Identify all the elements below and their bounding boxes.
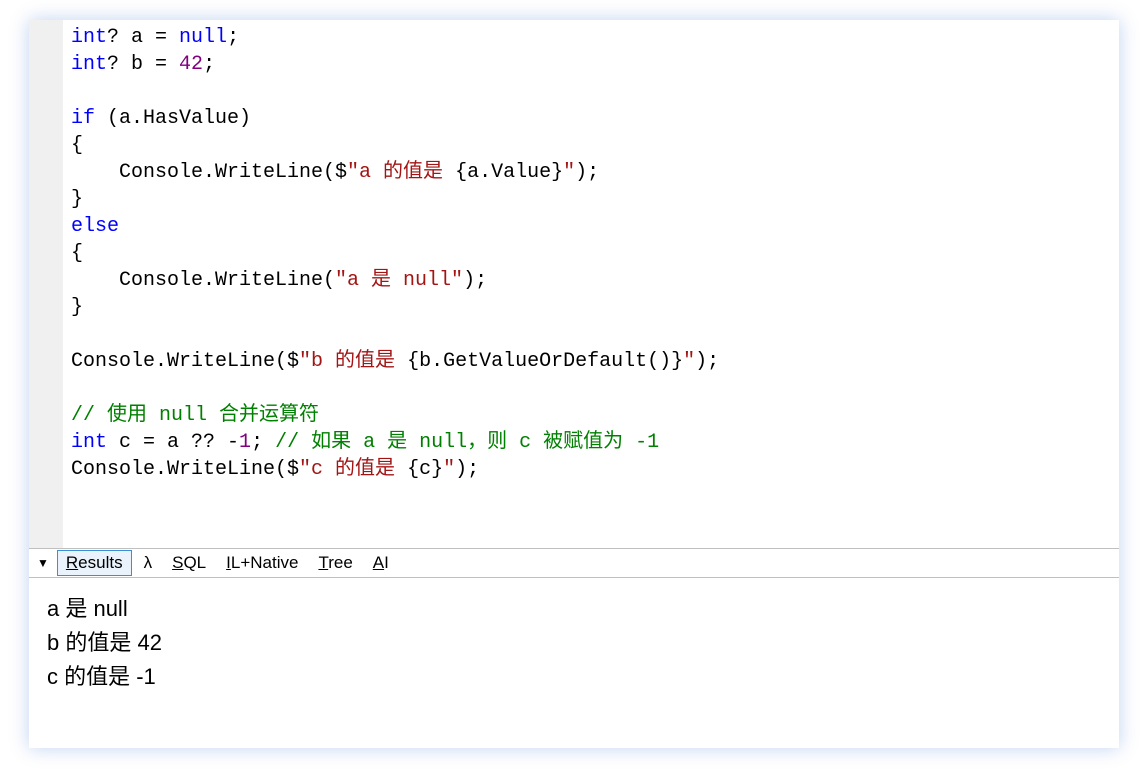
code-token: ); bbox=[575, 161, 599, 184]
code-token: if bbox=[71, 107, 95, 130]
code-editor[interactable]: int? a = null; int? b = 42; if (a.HasVal… bbox=[29, 20, 1119, 548]
code-token: } bbox=[71, 188, 83, 211]
code-content[interactable]: int? a = null; int? b = 42; if (a.HasVal… bbox=[63, 20, 719, 548]
code-token: ? bbox=[107, 53, 119, 76]
editor-window: int? a = null; int? b = 42; if (a.HasVal… bbox=[29, 20, 1119, 748]
code-token: Console.WriteLine( bbox=[71, 269, 335, 292]
code-token: { bbox=[407, 458, 419, 481]
code-token: " bbox=[443, 458, 455, 481]
code-token: { bbox=[407, 350, 419, 373]
code-token: ? bbox=[107, 26, 119, 49]
collapse-toggle-icon[interactable]: ▼ bbox=[37, 556, 49, 570]
tab-hotkey: T bbox=[318, 553, 328, 572]
code-token: Console.WriteLine($ bbox=[71, 458, 299, 481]
code-token: 1 bbox=[239, 431, 251, 454]
tab-lambda[interactable]: λ bbox=[136, 551, 161, 575]
code-token: a = bbox=[119, 26, 179, 49]
tab-label-rest: ree bbox=[328, 553, 353, 572]
code-token: b = bbox=[119, 53, 179, 76]
code-token: ); bbox=[695, 350, 719, 373]
code-token: "c 的值是 bbox=[299, 458, 407, 481]
code-token: else bbox=[71, 215, 119, 238]
code-token: "b 的值是 bbox=[299, 350, 407, 373]
results-panel: a 是 null b 的值是 42 c 的值是 -1 bbox=[29, 578, 1119, 748]
tab-hotkey: R bbox=[66, 553, 78, 572]
code-token: } bbox=[431, 458, 443, 481]
code-token: int bbox=[71, 53, 107, 76]
tab-tree[interactable]: Tree bbox=[310, 551, 360, 575]
code-token: c bbox=[419, 458, 431, 481]
tab-label-rest: esults bbox=[78, 553, 122, 572]
code-token: Console.WriteLine($ bbox=[71, 161, 347, 184]
code-token: // 如果 a 是 null，则 c 被赋值为 -1 bbox=[275, 431, 659, 454]
code-token: } bbox=[671, 350, 683, 373]
tab-label-rest: QL bbox=[183, 553, 206, 572]
code-token: { bbox=[455, 161, 467, 184]
code-token: ); bbox=[463, 269, 487, 292]
code-token: b.GetValueOrDefault() bbox=[419, 350, 671, 373]
code-token: // 使用 null 合并运算符 bbox=[71, 404, 319, 427]
code-token: { bbox=[71, 242, 83, 265]
code-token: } bbox=[71, 296, 83, 319]
tab-ai[interactable]: AI bbox=[365, 551, 397, 575]
tab-sql[interactable]: SQL bbox=[164, 551, 214, 575]
tab-il-native[interactable]: IL+Native bbox=[218, 551, 306, 575]
code-token: Console.WriteLine($ bbox=[71, 350, 299, 373]
code-token: "a 是 null" bbox=[335, 269, 463, 292]
code-token: " bbox=[563, 161, 575, 184]
code-token: int bbox=[71, 431, 107, 454]
code-token: ; bbox=[227, 26, 239, 49]
line-number-gutter bbox=[29, 20, 63, 548]
output-line: c 的值是 -1 bbox=[47, 660, 1101, 694]
code-token: } bbox=[551, 161, 563, 184]
code-token: " bbox=[683, 350, 695, 373]
code-token: a.Value bbox=[467, 161, 551, 184]
code-token: (a.HasValue) bbox=[95, 107, 251, 130]
tab-label-rest: L+Native bbox=[231, 553, 299, 572]
code-token: { bbox=[71, 134, 83, 157]
code-token: null bbox=[179, 26, 227, 49]
tab-results[interactable]: Results bbox=[57, 550, 132, 576]
code-token: ; bbox=[251, 431, 275, 454]
output-line: a 是 null bbox=[47, 592, 1101, 626]
code-token: 42 bbox=[179, 53, 203, 76]
tab-hotkey: A bbox=[373, 553, 384, 572]
code-token: ); bbox=[455, 458, 479, 481]
code-token: "a 的值是 bbox=[347, 161, 455, 184]
results-tab-bar: ▼ Results λ SQL IL+Native Tree AI bbox=[29, 548, 1119, 578]
code-token: c = a ?? - bbox=[107, 431, 239, 454]
code-token: int bbox=[71, 26, 107, 49]
tab-label-rest: I bbox=[384, 553, 389, 572]
code-token: ; bbox=[203, 53, 215, 76]
tab-hotkey: S bbox=[172, 553, 183, 572]
output-line: b 的值是 42 bbox=[47, 626, 1101, 660]
